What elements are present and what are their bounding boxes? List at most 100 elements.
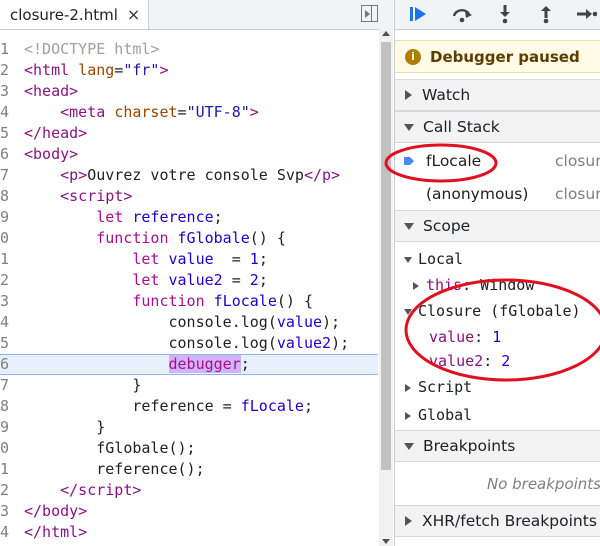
code-text: } — [24, 376, 142, 394]
scope-var-value[interactable]: value: 1 — [429, 324, 600, 350]
section-scope[interactable]: Scope — [395, 210, 600, 242]
section-label: XHR/fetch Breakpoints — [422, 512, 597, 530]
line-number[interactable]: 9 — [0, 207, 12, 228]
code-line[interactable]: 9 let reference; — [0, 207, 378, 228]
code-line[interactable]: 1 reference(); — [0, 459, 378, 480]
line-number[interactable]: 9 — [0, 417, 12, 438]
collapse-icon — [404, 442, 414, 450]
section-xhr-breakpoints[interactable]: XHR/fetch Breakpoints — [395, 505, 600, 537]
call-frame-anonymous[interactable]: (anonymous) closure — [395, 178, 600, 210]
scope-label: Closure (fGlobale) — [418, 302, 581, 320]
tab-closure-2[interactable]: closure-2.html × — [0, 0, 150, 29]
line-number[interactable]: 7 — [0, 375, 12, 396]
code-text: let value2 = 2; — [132, 271, 268, 289]
step-icon[interactable] — [575, 3, 597, 25]
code-editor[interactable]: 1 <!DOCTYPE html> 2 <html lang="fr"> 3 <head>… — [0, 39, 378, 543]
code-text: <body> — [24, 145, 79, 163]
line-number[interactable]: 5 — [0, 123, 12, 144]
step-into-icon[interactable] — [494, 3, 516, 25]
property-value: 1 — [492, 328, 502, 346]
code-line[interactable]: 3 </body> — [0, 501, 378, 522]
line-number[interactable]: 4 — [0, 102, 12, 123]
code-text: </body> — [24, 502, 88, 520]
line-number[interactable]: 8 — [0, 396, 12, 417]
code-line[interactable]: 5 console.log(value2); — [0, 333, 378, 354]
toggle-debugger-sidebar-icon[interactable] — [361, 5, 378, 22]
step-over-icon[interactable] — [451, 3, 473, 25]
scope-local[interactable]: Local — [395, 246, 600, 272]
frame-location[interactable]: closure — [555, 152, 600, 170]
line-number[interactable]: 0 — [0, 438, 12, 459]
code-line[interactable]: 3 function fLocale() { — [0, 291, 378, 312]
code-text: fGlobale(); — [24, 439, 196, 457]
line-number[interactable]: 5 — [0, 333, 12, 354]
code-line[interactable]: 7 } — [0, 375, 378, 396]
line-number[interactable]: 6 — [0, 144, 12, 165]
editor-scrollbar[interactable] — [379, 29, 393, 546]
scope-script[interactable]: Script — [395, 374, 600, 400]
scrollbar-thumb[interactable] — [381, 42, 391, 470]
scope-global[interactable]: Global — [395, 402, 600, 428]
debugger-sidebar: i Debugger paused Watch Call Stack fLoca… — [394, 0, 600, 546]
code-text: </head> — [24, 124, 88, 142]
scope-label: Local — [418, 250, 464, 268]
expand-icon — [405, 384, 411, 392]
line-number[interactable]: 3 — [0, 81, 12, 102]
expand-icon — [405, 516, 412, 526]
section-breakpoints[interactable]: Breakpoints — [395, 430, 600, 462]
scroll-up-icon[interactable] — [382, 31, 390, 36]
line-number[interactable]: 3 — [0, 501, 12, 522]
code-line[interactable]: 2 </script> — [0, 480, 378, 501]
current-frame-arrow-icon — [404, 157, 414, 165]
line-number[interactable]: 1 — [0, 459, 12, 480]
code-line[interactable]: 0 function fGlobale() { — [0, 228, 378, 249]
code-line[interactable]: 4 <meta charset="UTF-8"> — [0, 102, 378, 123]
call-frame-flocale[interactable]: fLocale closure — [395, 145, 600, 177]
code-line[interactable]: 3 <head> — [0, 81, 378, 102]
code-line[interactable]: 2 let value2 = 2; — [0, 270, 378, 291]
line-number[interactable]: 3 — [0, 291, 12, 312]
line-number[interactable]: 7 — [0, 165, 12, 186]
code-line[interactable]: 7 <p>Ouvrez votre console Svp</p> — [0, 165, 378, 186]
code-line[interactable]: 8 reference = fLocale; — [0, 396, 378, 417]
line-number[interactable]: 8 — [0, 186, 12, 207]
code-line-current[interactable]: 6 debugger; — [0, 354, 378, 375]
code-line[interactable]: 6 <body> — [0, 144, 378, 165]
section-call-stack[interactable]: Call Stack — [395, 111, 600, 143]
resume-icon[interactable] — [407, 3, 429, 25]
line-number[interactable]: 1 — [0, 39, 12, 60]
line-number[interactable]: 4 — [0, 522, 12, 543]
code-text: <html lang="fr"> — [24, 61, 169, 79]
code-text: <head> — [24, 82, 79, 100]
line-number[interactable]: 2 — [0, 480, 12, 501]
code-line[interactable]: 1 let value = 1; — [0, 249, 378, 270]
code-line[interactable]: 9 } — [0, 417, 378, 438]
expand-icon — [413, 282, 419, 290]
collapse-icon — [404, 123, 414, 131]
section-watch[interactable]: Watch — [395, 79, 600, 111]
code-line[interactable]: 4 console.log(value); — [0, 312, 378, 333]
scope-closure[interactable]: Closure (fGlobale) — [395, 298, 600, 324]
scope-this[interactable]: this: Window — [403, 272, 600, 298]
tab-label: closure-2.html — [10, 5, 118, 24]
code-line[interactable]: 0 fGlobale(); — [0, 438, 378, 459]
code-line[interactable]: 4 </html> — [0, 522, 378, 543]
step-out-icon[interactable] — [535, 3, 557, 25]
line-number[interactable]: 2 — [0, 60, 12, 81]
code-line[interactable]: 5 </head> — [0, 123, 378, 144]
scroll-down-icon[interactable] — [382, 539, 390, 544]
code-line[interactable]: 1 <!DOCTYPE html> — [0, 39, 378, 60]
code-line[interactable]: 8 <script> — [0, 186, 378, 207]
line-number[interactable]: 1 — [0, 249, 12, 270]
line-number[interactable]: 4 — [0, 312, 12, 333]
frame-location[interactable]: closure — [555, 185, 600, 203]
line-number[interactable]: 0 — [0, 228, 12, 249]
line-number[interactable]: 6 — [0, 355, 12, 374]
scope-var-value2[interactable]: value2: 2 — [429, 348, 600, 374]
scope-label: Global — [418, 406, 473, 424]
property-value: : Window — [462, 276, 535, 294]
code-text: <!DOCTYPE html> — [24, 40, 160, 58]
line-number[interactable]: 2 — [0, 270, 12, 291]
close-icon[interactable]: × — [127, 5, 140, 24]
code-line[interactable]: 2 <html lang="fr"> — [0, 60, 378, 81]
